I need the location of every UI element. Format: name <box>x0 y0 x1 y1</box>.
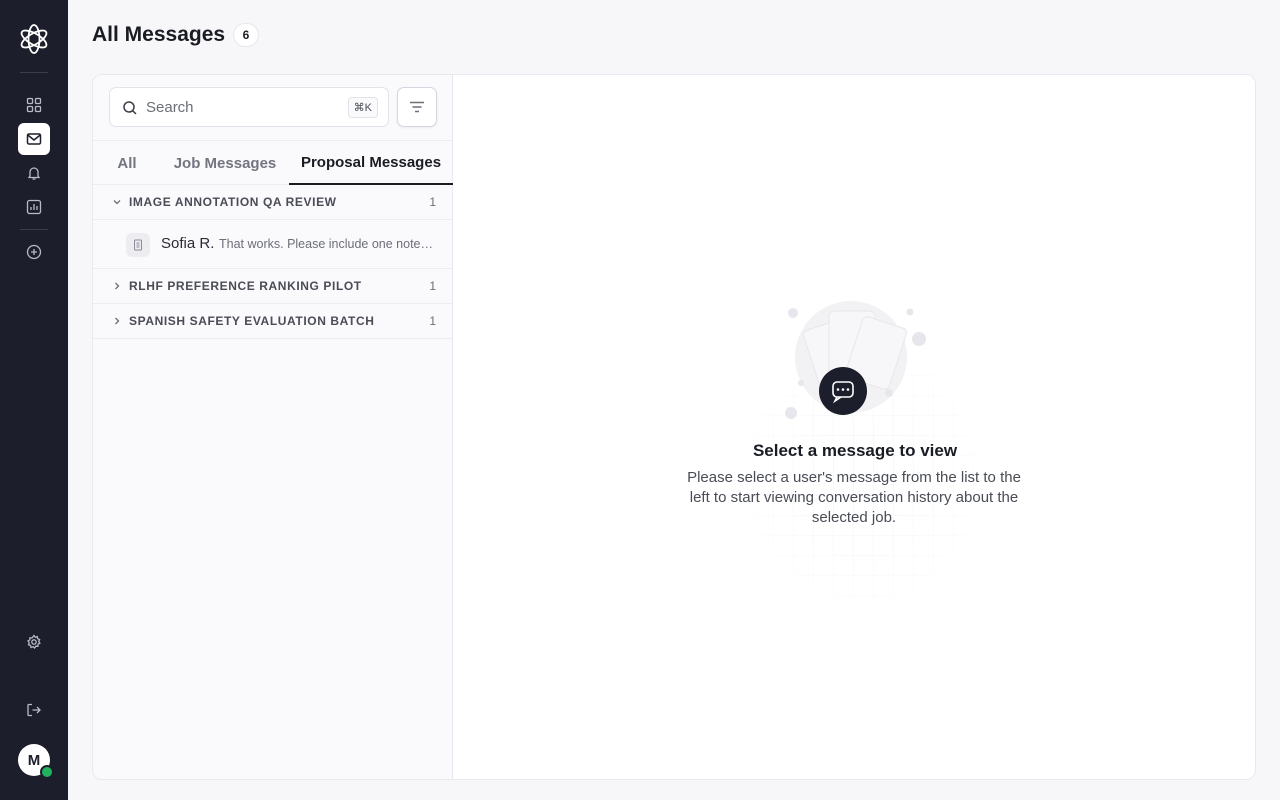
group-name: IMAGE ANNOTATION QA REVIEW <box>129 195 337 209</box>
bell-icon <box>27 167 41 180</box>
messages-container: ⌘K All Job Messages Proposal Messages IM… <box>92 74 1256 780</box>
chevron-right-icon <box>115 317 120 325</box>
group-header-rlhf[interactable]: RLHF PREFERENCE RANKING PILOT 1 <box>93 269 452 304</box>
group-count: 1 <box>429 314 436 328</box>
chevron-down-icon <box>113 200 121 205</box>
page-title: All Messages <box>92 23 226 46</box>
mail-icon <box>26 133 42 145</box>
grid-icon <box>26 97 42 113</box>
group-header-image-annotation[interactable]: IMAGE ANNOTATION QA REVIEW 1 <box>93 185 452 220</box>
empty-state-title: Select a message to view <box>752 441 958 460</box>
sidebar-item-create[interactable] <box>18 236 50 268</box>
search-box[interactable]: ⌘K <box>109 87 389 127</box>
plus-circle-icon <box>26 244 42 260</box>
group-count: 1 <box>429 279 436 293</box>
message-sender: Sofia R. <box>161 235 215 252</box>
tab-all[interactable]: All <box>107 141 147 185</box>
filter-icon <box>410 101 424 113</box>
gear-icon <box>27 634 41 649</box>
online-status-indicator <box>40 765 54 779</box>
sidebar: M <box>0 0 68 800</box>
sidebar-item-notifications[interactable] <box>18 157 50 189</box>
message-tabs: All Job Messages Proposal Messages <box>93 140 453 185</box>
group-name: SPANISH SAFETY EVALUATION BATCH <box>129 314 375 328</box>
chart-icon <box>26 199 42 215</box>
filter-button[interactable] <box>397 87 437 127</box>
list-item[interactable]: Sofia R. That works. Please include one … <box>93 220 452 269</box>
sidebar-divider <box>20 72 48 73</box>
search-icon <box>123 101 137 115</box>
flower-logo-icon[interactable] <box>17 22 51 56</box>
settings-button[interactable] <box>18 626 50 658</box>
message-list-pane: ⌘K All Job Messages Proposal Messages IM… <box>93 75 453 779</box>
tab-job-messages[interactable]: Job Messages <box>165 141 285 185</box>
empty-state-description: Please select a user's message from the … <box>687 469 1021 526</box>
sidebar-item-messages[interactable] <box>18 123 50 155</box>
tab-proposal-messages[interactable]: Proposal Messages <box>289 141 453 185</box>
message-preview: That works. Please include one note abou… <box>219 237 435 251</box>
chevron-right-icon <box>115 282 120 290</box>
search-input[interactable] <box>146 96 336 118</box>
logout-icon <box>27 703 41 717</box>
chat-bubble-icon <box>819 367 867 415</box>
avatar-initial: M <box>27 751 41 769</box>
document-icon <box>126 233 150 257</box>
sidebar-item-analytics[interactable] <box>18 191 50 223</box>
message-count-badge: 6 <box>233 23 259 47</box>
logout-button[interactable] <box>18 694 50 726</box>
search-shortcut-hint: ⌘K <box>347 97 378 118</box>
group-header-spanish-safety[interactable]: SPANISH SAFETY EVALUATION BATCH 1 <box>93 304 452 339</box>
sidebar-divider <box>20 229 48 230</box>
sidebar-item-dashboard[interactable] <box>18 89 50 121</box>
group-count: 1 <box>429 195 436 209</box>
group-name: RLHF PREFERENCE RANKING PILOT <box>129 279 362 293</box>
